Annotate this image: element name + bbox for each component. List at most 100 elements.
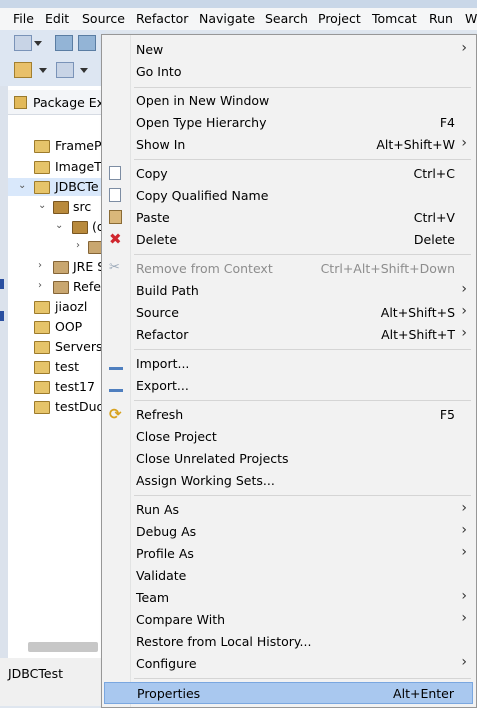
project-icon [34,361,50,374]
menu-item-label: Close Unrelated Projects [136,451,289,466]
menu-separator [134,159,471,160]
menu-separator [134,678,471,679]
tree-item-selected[interactable]: ⌄ JDBCTe [8,178,105,196]
tree-item[interactable]: ⌄ (d [8,218,105,236]
chevron-right-icon[interactable]: › [38,260,48,271]
menu-item-team[interactable]: Team › [104,587,473,609]
chevron-down-icon[interactable] [34,41,42,46]
tree-item[interactable]: › [8,238,105,256]
menu-item-label: Import... [136,356,190,371]
project-icon [34,401,50,414]
tree-item[interactable]: jiaozl [8,298,105,316]
tree-item[interactable]: ⌄ src [8,198,105,216]
menu-project[interactable]: Project [318,11,361,26]
package-icon [72,221,88,234]
menu-item-debug-as[interactable]: Debug As › [104,521,473,543]
chevron-right-icon[interactable]: › [38,280,48,291]
menu-item-label: Open in New Window [136,93,270,108]
chevron-right-icon: › [461,500,467,516]
tree-item-label: jiaozl [55,299,88,314]
menu-item-close-unrelated-projects[interactable]: Close Unrelated Projects [104,448,473,470]
menu-item-new[interactable]: New › [104,39,473,61]
search-icon[interactable] [56,62,74,78]
menu-item-open-type-hierarchy[interactable]: Open Type Hierarchy F4 [104,112,473,134]
menu-navigate[interactable]: Navigate [199,11,255,26]
package-explorer-icon [14,96,27,109]
menu-item-copy[interactable]: Copy Ctrl+C [104,163,473,185]
tree-item[interactable]: test [8,358,105,376]
menu-refactor[interactable]: Refactor [136,11,188,26]
menu-item-label: Delete [136,232,178,247]
menu-item-go-into[interactable]: Go Into [104,61,473,83]
menu-item-label: Debug As [136,524,197,539]
open-type-icon[interactable] [14,62,32,78]
save-all-icon[interactable] [78,35,96,51]
chevron-right-icon[interactable]: › [76,240,86,251]
package-explorer-tab[interactable]: Package Ex [8,90,105,115]
chevron-right-icon: › [461,135,467,151]
menu-item-assign-working-sets[interactable]: Assign Working Sets... [104,470,473,492]
tree-item-label: JDBCTe [55,179,99,194]
menu-item-run-as[interactable]: Run As › [104,499,473,521]
menu-item-show-in[interactable]: Show In Alt+Shift+W › [104,134,473,156]
menu-file[interactable]: File [13,11,34,26]
tree-item-label: testDuo [55,399,105,414]
chevron-down-icon[interactable] [39,68,47,73]
menu-window[interactable]: W [465,11,477,26]
menu-item-refactor[interactable]: Refactor Alt+Shift+T › [104,324,473,346]
chevron-down-icon[interactable] [80,68,88,73]
tree-item[interactable]: Servers [8,338,105,356]
menu-item-label: New [136,42,164,57]
menu-item-properties[interactable]: Properties Alt+Enter [104,682,473,704]
horizontal-scrollbar[interactable] [28,642,98,652]
copy-icon [109,166,121,180]
menu-item-remove-from-context: ✂ Remove from Context Ctrl+Alt+Shift+Down [104,258,473,280]
tree-item[interactable]: › JRE S [8,258,105,276]
menu-run[interactable]: Run [429,11,453,26]
menu-item-shortcut: F5 [439,407,455,422]
menu-item-validate[interactable]: Validate [104,565,473,587]
menu-item-refresh[interactable]: ⟳ Refresh F5 [104,404,473,426]
menu-item-export[interactable]: Export... [104,375,473,397]
menu-item-open-in-new-window[interactable]: Open in New Window [104,90,473,112]
left-trim [0,86,8,658]
tree-item[interactable]: ImageT [8,158,105,176]
chevron-right-icon: › [461,522,467,538]
menu-item-delete[interactable]: ✖ Delete Delete [104,229,473,251]
tree-item[interactable]: FramePr [8,137,106,155]
menu-item-label: Remove from Context [136,261,273,276]
chevron-down-icon[interactable]: ⌄ [55,220,65,231]
menu-source[interactable]: Source [82,11,125,26]
menu-edit[interactable]: Edit [45,11,69,26]
menu-item-label: Build Path [136,283,199,298]
tree-item[interactable]: › Refe [8,278,105,296]
menu-item-label: Copy [136,166,168,181]
save-icon[interactable] [55,35,73,51]
menu-item-import[interactable]: Import... [104,353,473,375]
refresh-icon: ⟳ [109,405,122,423]
project-icon [34,341,50,354]
menu-item-configure[interactable]: Configure › [104,653,473,675]
menu-item-restore-from-local-history[interactable]: Restore from Local History... [104,631,473,653]
menu-item-close-project[interactable]: Close Project [104,426,473,448]
import-icon [109,361,123,370]
tree-item[interactable]: test17 [8,378,105,396]
chevron-down-icon[interactable]: ⌄ [18,180,28,191]
new-wizard-icon[interactable] [14,35,32,51]
menu-item-build-path[interactable]: Build Path › [104,280,473,302]
menu-item-label: Validate [136,568,187,583]
menu-item-compare-with[interactable]: Compare With › [104,609,473,631]
tree-item[interactable]: testDuo [8,398,105,416]
menu-search[interactable]: Search [265,11,308,26]
trim-marker [0,311,4,321]
tree-item-label: test [55,359,80,374]
menu-item-profile-as[interactable]: Profile As › [104,543,473,565]
export-icon [109,383,123,392]
menu-item-source[interactable]: Source Alt+Shift+S › [104,302,473,324]
package-explorer-title: Package Ex [33,95,105,110]
chevron-down-icon[interactable]: ⌄ [38,200,48,211]
menu-item-paste[interactable]: Paste Ctrl+V [104,207,473,229]
menu-tomcat[interactable]: Tomcat [372,11,417,26]
menu-item-copy-qualified-name[interactable]: Copy Qualified Name [104,185,473,207]
tree-item[interactable]: OOP [8,318,105,336]
